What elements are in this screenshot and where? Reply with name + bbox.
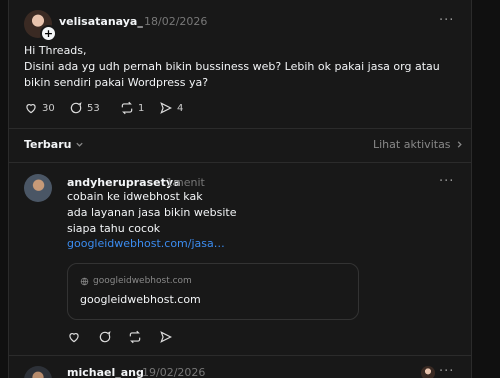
share-count: 4 <box>177 102 184 114</box>
post-date: 18/02/2026 <box>144 15 208 28</box>
reply-time: 1menit <box>166 176 205 189</box>
post-text: Hi Threads, Disini ada yg udh pernah bik… <box>24 44 440 89</box>
reply2-date: 19/02/2026 <box>142 366 206 378</box>
repost-icon <box>121 101 133 115</box>
heart-icon <box>26 104 36 114</box>
liked-by-author-avatar <box>421 366 435 378</box>
preview-title: googleidwebhost.com <box>80 293 201 306</box>
reply-repost-icon[interactable] <box>128 330 142 344</box>
header-divider <box>9 162 471 163</box>
chevron-down-icon <box>76 142 84 147</box>
send-icon <box>160 102 172 114</box>
sort-dropdown[interactable]: Terbaru <box>24 138 84 151</box>
post-more-button[interactable]: ··· <box>439 13 454 28</box>
reply-avatar[interactable] <box>24 174 52 202</box>
reply-text: cobain ke idwebhost kak ada layanan jasa… <box>67 190 237 235</box>
reply2-avatar[interactable] <box>24 366 52 378</box>
link-preview-card[interactable]: googleidwebhost.com googleidwebhost.com <box>67 263 359 320</box>
reply2-more-button[interactable]: ··· <box>439 364 454 378</box>
activity-link[interactable]: Lihat aktivitas <box>373 138 464 151</box>
comment-button[interactable]: 53 <box>69 101 100 115</box>
like-button[interactable]: 30 <box>24 101 55 115</box>
thread-card: + velisatanaya_ 18/02/2026 ··· Hi Thread… <box>8 0 472 378</box>
reply-send-icon[interactable] <box>159 330 173 344</box>
repost-count: 1 <box>138 102 145 114</box>
reply-username[interactable]: andyheruprasetya <box>67 176 180 189</box>
post-divider <box>9 128 471 129</box>
reply-link[interactable]: googleidwebhost.com/jasa… <box>67 237 225 250</box>
reply-divider <box>9 355 471 356</box>
follow-plus-icon[interactable]: + <box>40 25 57 42</box>
like-count: 30 <box>42 102 55 114</box>
globe-icon <box>80 277 89 285</box>
reply-like-icon[interactable] <box>67 330 81 344</box>
sort-label: Terbaru <box>24 138 72 151</box>
preview-domain: googleidwebhost.com <box>93 276 192 286</box>
post-username[interactable]: velisatanaya_ <box>59 15 143 28</box>
chevron-right-icon <box>457 141 462 148</box>
repost-button[interactable]: 1 <box>120 101 144 115</box>
reply-more-button[interactable]: ··· <box>439 174 454 189</box>
comment-icon <box>70 102 82 114</box>
comment-count: 53 <box>87 102 100 114</box>
activity-label: Lihat aktivitas <box>373 138 451 151</box>
preview-domain-row: googleidwebhost.com <box>80 276 192 286</box>
share-button[interactable]: 4 <box>159 101 183 115</box>
reply-comment-icon[interactable] <box>98 330 112 344</box>
reply2-username[interactable]: michael_ang <box>67 366 144 378</box>
